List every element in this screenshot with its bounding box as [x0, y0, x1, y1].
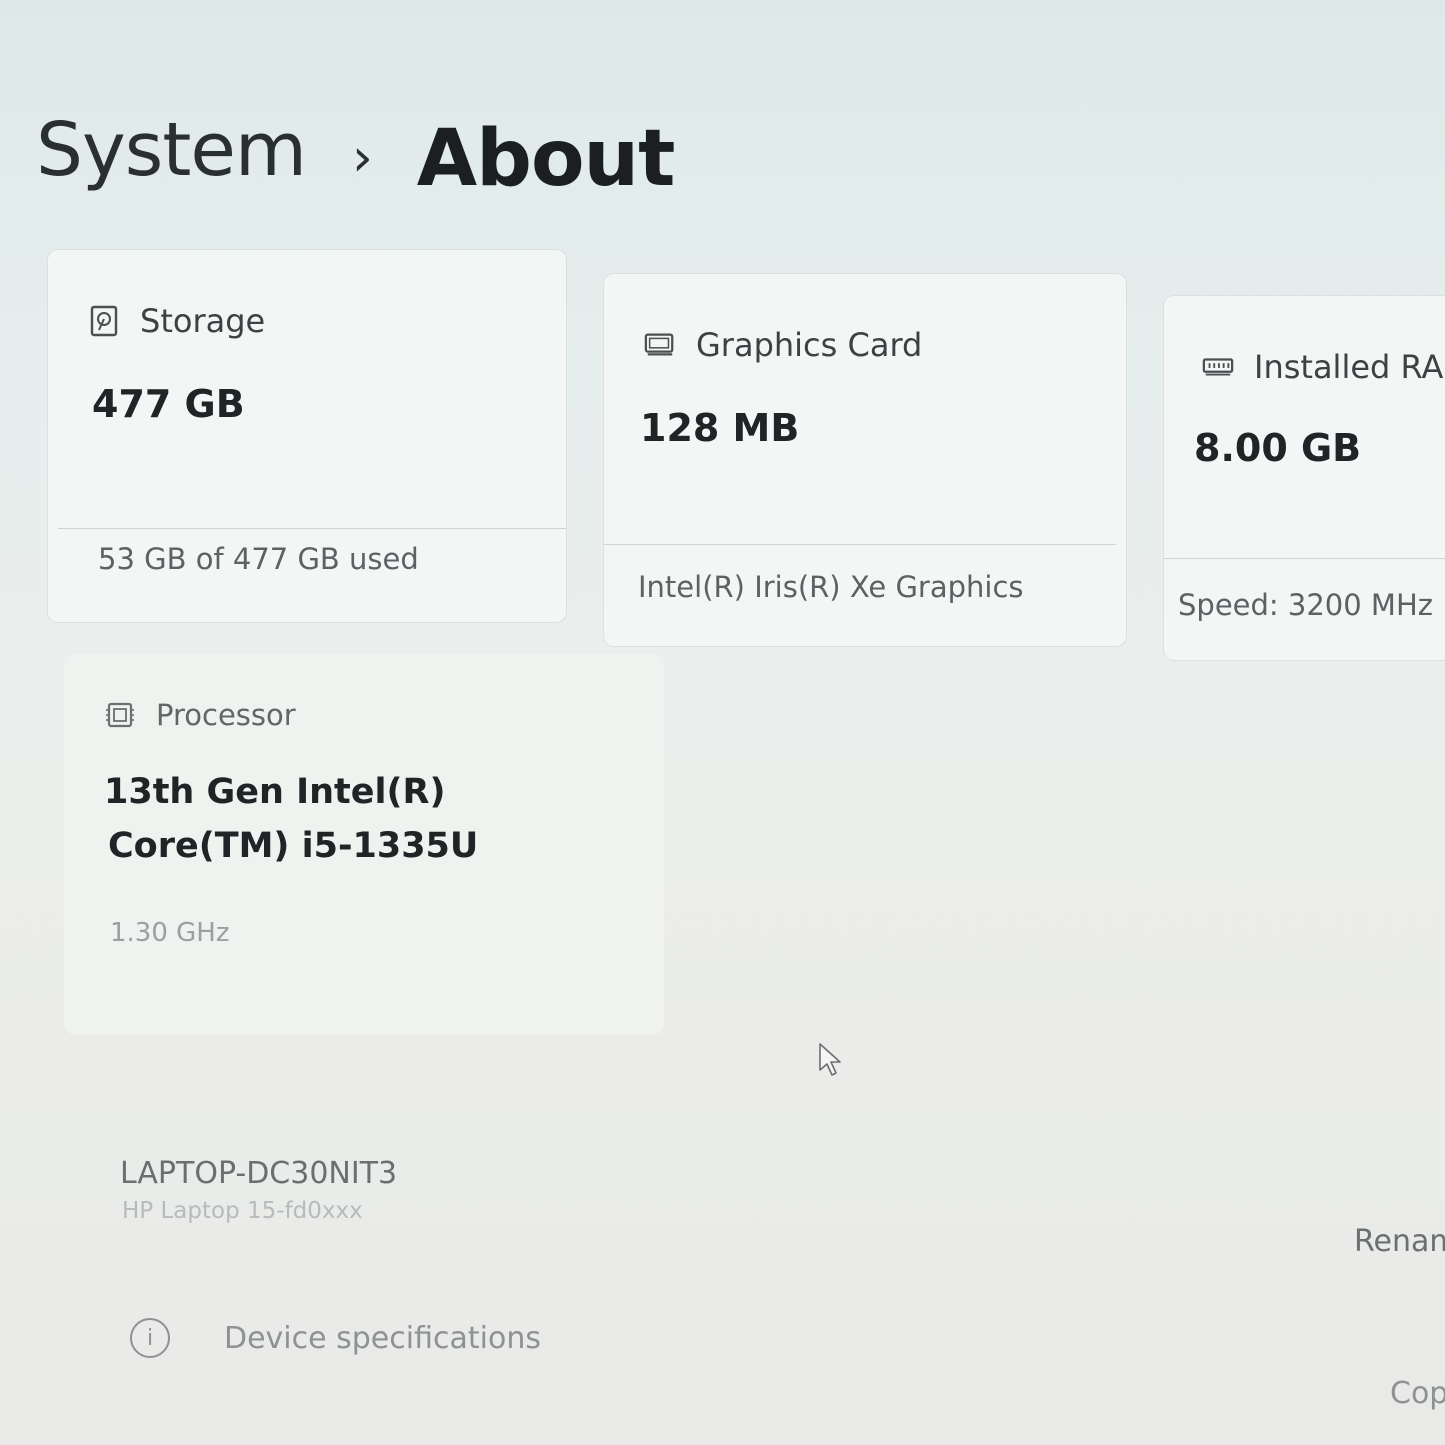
- device-name: LAPTOP-DC30NIT3: [120, 1156, 398, 1191]
- rename-pc-button[interactable]: Renam: [1354, 1224, 1445, 1259]
- breadcrumb: System › About: [36, 104, 675, 204]
- device-specifications-header[interactable]: i Device specifications: [130, 1318, 541, 1358]
- page-title: About: [416, 114, 676, 204]
- graphics-memory-value: 128 MB: [640, 406, 800, 450]
- device-model: HP Laptop 15-fd0xxx: [122, 1198, 363, 1224]
- installed-ram-label: Installed RAM: [1254, 348, 1445, 386]
- storage-usage: 53 GB of 477 GB used: [98, 542, 419, 576]
- graphics-card-icon: [644, 329, 676, 361]
- processor-name-line1: 13th Gen Intel(R): [104, 772, 446, 812]
- installed-ram-header: Installed RAM: [1202, 348, 1445, 386]
- ram-speed: Speed: 3200 MHz: [1178, 588, 1433, 622]
- processor-label: Processor: [156, 698, 296, 732]
- graphics-adapter-name: Intel(R) Iris(R) Xe Graphics: [638, 570, 1024, 604]
- installed-ram-value: 8.00 GB: [1194, 426, 1362, 470]
- storage-value: 477 GB: [92, 382, 245, 426]
- breadcrumb-system-link[interactable]: System: [36, 107, 307, 193]
- processor-speed: 1.30 GHz: [110, 918, 230, 948]
- device-specifications-label: Device specifications: [224, 1320, 541, 1356]
- graphics-card-header: Graphics Card: [644, 326, 922, 364]
- memory-module-icon: [1202, 351, 1234, 383]
- copy-specs-button[interactable]: Cop: [1390, 1376, 1445, 1411]
- graphics-divider: [604, 544, 1116, 545]
- storage-card[interactable]: Storage 477 GB 53 GB of 477 GB used: [48, 250, 566, 622]
- processor-header: Processor: [104, 698, 296, 732]
- graphics-card-label: Graphics Card: [696, 326, 923, 364]
- processor-name-line2: Core(TM) i5-1335U: [108, 826, 479, 866]
- ram-divider: [1164, 558, 1445, 559]
- storage-card-header: Storage: [88, 302, 265, 340]
- mouse-pointer-icon: [819, 1043, 841, 1076]
- storage-drive-icon: [88, 305, 120, 337]
- storage-label: Storage: [140, 302, 266, 340]
- installed-ram-card[interactable]: Installed RAM 8.00 GB Speed: 3200 MHz: [1164, 296, 1445, 660]
- graphics-card-card[interactable]: Graphics Card 128 MB Intel(R) Iris(R) Xe…: [604, 274, 1126, 646]
- info-icon: i: [130, 1318, 170, 1358]
- processor-chip-icon: [104, 699, 136, 731]
- storage-divider: [58, 528, 566, 529]
- processor-card[interactable]: Processor 13th Gen Intel(R) Core(TM) i5-…: [64, 654, 664, 1034]
- breadcrumb-separator: ›: [351, 128, 373, 188]
